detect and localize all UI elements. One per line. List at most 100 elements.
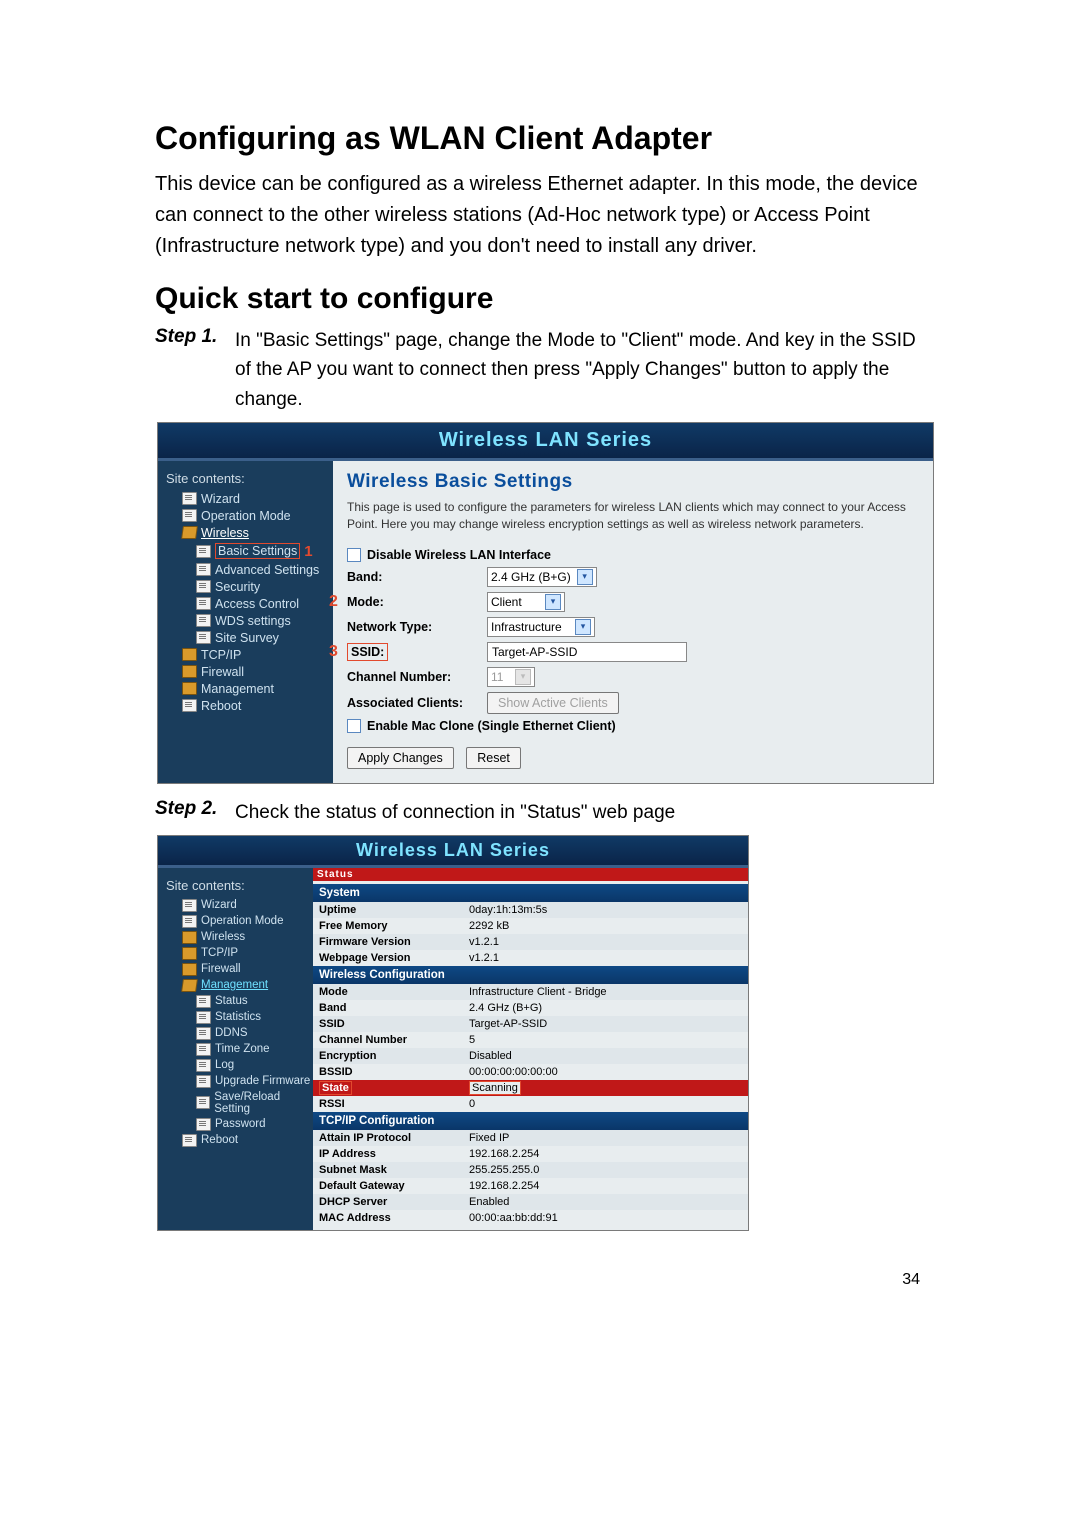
sidebar-item-ddns[interactable]: DDNS — [164, 1025, 313, 1041]
sidebar-item-label: Management — [201, 979, 268, 991]
sidebar-item-label: DDNS — [215, 1027, 248, 1039]
step2-label: Step 2. — [155, 798, 235, 827]
sidebar-item-access-control[interactable]: Access Control — [164, 595, 333, 612]
sidebar-item-basic-settings[interactable]: Basic Settings1 — [164, 541, 333, 561]
status-row: Subnet Mask255.255.255.0 — [313, 1162, 748, 1178]
page-icon — [196, 1059, 211, 1072]
sidebar-item-wds-settings[interactable]: WDS settings — [164, 612, 333, 629]
folder-icon — [182, 648, 197, 661]
sidebar-item-password[interactable]: Password — [164, 1116, 313, 1132]
sidebar-item-reboot[interactable]: Reboot — [164, 1132, 313, 1148]
figure-basic-settings: Wireless LAN Series Site contents: Wizar… — [157, 422, 934, 783]
status-key: Attain IP Protocol — [319, 1132, 469, 1144]
nettype-label: Network Type: — [347, 620, 487, 634]
page-icon — [182, 699, 197, 712]
sidebar-item-wireless[interactable]: Wireless — [164, 524, 333, 541]
status-row: Webpage Versionv1.2.1 — [313, 950, 748, 966]
status-value: Enabled — [469, 1196, 742, 1208]
sidebar-item-management[interactable]: Management — [164, 680, 333, 697]
status-key: MAC Address — [319, 1212, 469, 1224]
ssid-input[interactable]: Target-AP-SSID — [487, 642, 687, 662]
status-value: v1.2.1 — [469, 936, 742, 948]
folder-icon — [182, 682, 197, 695]
status-key: Free Memory — [319, 920, 469, 932]
sidebar-item-wizard[interactable]: Wizard — [164, 490, 333, 507]
channel-row: Channel Number: 11 ▾ — [347, 667, 919, 687]
sidebar-item-firewall[interactable]: Firewall — [164, 663, 333, 680]
status-value: 2.4 GHz (B+G) — [469, 1002, 742, 1014]
mode-select[interactable]: Client ▾ — [487, 592, 565, 612]
status-row: Default Gateway192.168.2.254 — [313, 1178, 748, 1194]
status-row: Firmware Versionv1.2.1 — [313, 934, 748, 950]
apply-changes-button[interactable]: Apply Changes — [347, 747, 454, 769]
status-row: ModeInfrastructure Client - Bridge — [313, 984, 748, 1000]
sidebar-item-time-zone[interactable]: Time Zone — [164, 1041, 313, 1057]
maclone-checkbox[interactable] — [347, 719, 361, 733]
chevron-down-icon: ▾ — [545, 594, 561, 610]
status-key: Mode — [319, 986, 469, 998]
sidebar-item-firewall[interactable]: Firewall — [164, 961, 313, 977]
sidebar-item-management[interactable]: Management — [164, 977, 313, 993]
sidebar-item-upgrade-firmware[interactable]: Upgrade Firmware — [164, 1073, 313, 1089]
sidebar-item-save-reload-setting[interactable]: Save/Reload Setting — [164, 1089, 313, 1116]
page-icon — [182, 915, 197, 928]
sidebar-item-wizard[interactable]: Wizard — [164, 897, 313, 913]
page-icon — [196, 995, 211, 1008]
show-active-clients-button: Show Active Clients — [487, 692, 619, 714]
sidebar-item-site-survey[interactable]: Site Survey — [164, 629, 333, 646]
folder-icon — [182, 931, 197, 944]
status-key: SSID — [319, 1018, 469, 1030]
folder-icon — [182, 947, 197, 960]
status-row: DHCP ServerEnabled — [313, 1194, 748, 1210]
sidebar-item-label: Site Survey — [215, 631, 279, 645]
heading-configuring: Configuring as WLAN Client Adapter — [155, 120, 930, 157]
step1-text: In "Basic Settings" page, change the Mod… — [235, 326, 930, 414]
sidebar-item-status[interactable]: Status — [164, 993, 313, 1009]
sidebar-item-advanced-settings[interactable]: Advanced Settings — [164, 561, 333, 578]
sidebar-item-operation-mode[interactable]: Operation Mode — [164, 507, 333, 524]
page-icon — [196, 1118, 211, 1131]
status-section-header: Wireless Configuration — [313, 966, 748, 984]
step-2: Step 2. Check the status of connection i… — [155, 798, 930, 827]
status-row: IP Address192.168.2.254 — [313, 1146, 748, 1162]
associated-label: Associated Clients: — [347, 696, 487, 710]
sidebar-item-tcp-ip[interactable]: TCP/IP — [164, 646, 333, 663]
status-key: RSSI — [319, 1098, 469, 1110]
nettype-select[interactable]: Infrastructure ▾ — [487, 617, 595, 637]
chevron-down-icon: ▾ — [575, 619, 591, 635]
folder-icon — [181, 526, 198, 539]
status-value: 00:00:aa:bb:dd:91 — [469, 1212, 742, 1224]
sidebar-item-label: Wireless — [201, 931, 245, 943]
sidebar-item-log[interactable]: Log — [164, 1057, 313, 1073]
status-value: 2292 kB — [469, 920, 742, 932]
sidebar-item-statistics[interactable]: Statistics — [164, 1009, 313, 1025]
status-row: EncryptionDisabled — [313, 1048, 748, 1064]
band-row: Band: 2.4 GHz (B+G) ▾ — [347, 567, 919, 587]
page-icon — [196, 597, 211, 610]
basic-desc: This page is used to configure the param… — [347, 499, 919, 531]
reset-button[interactable]: Reset — [466, 747, 521, 769]
sidebar-item-security[interactable]: Security — [164, 578, 333, 595]
sidebar-item-label: Reboot — [201, 1134, 238, 1146]
status-value: Fixed IP — [469, 1132, 742, 1144]
fig2-content: Status SystemUptime0day:1h:13m:5sFree Me… — [313, 868, 748, 1230]
sidebar-item-tcp-ip[interactable]: TCP/IP — [164, 945, 313, 961]
fig1-content: Wireless Basic Settings This page is use… — [333, 461, 933, 782]
band-value: 2.4 GHz (B+G) — [491, 570, 571, 584]
sidebar-item-reboot[interactable]: Reboot — [164, 697, 333, 714]
disable-label: Disable Wireless LAN Interface — [367, 548, 551, 562]
site-contents-label: Site contents: — [158, 469, 333, 490]
sidebar-item-operation-mode[interactable]: Operation Mode — [164, 913, 313, 929]
band-label: Band: — [347, 570, 487, 584]
sidebar-item-label: WDS settings — [215, 614, 291, 628]
disable-checkbox[interactable] — [347, 548, 361, 562]
sidebar-item-wireless[interactable]: Wireless — [164, 929, 313, 945]
status-key: Band — [319, 1002, 469, 1014]
page-icon — [196, 1011, 211, 1024]
sidebar-item-label: Access Control — [215, 597, 299, 611]
band-select[interactable]: 2.4 GHz (B+G) ▾ — [487, 567, 597, 587]
maclone-label: Enable Mac Clone (Single Ethernet Client… — [367, 719, 616, 733]
status-row: MAC Address00:00:aa:bb:dd:91 — [313, 1210, 748, 1226]
status-value: 192.168.2.254 — [469, 1148, 742, 1160]
sidebar-item-label: Firewall — [201, 963, 241, 975]
